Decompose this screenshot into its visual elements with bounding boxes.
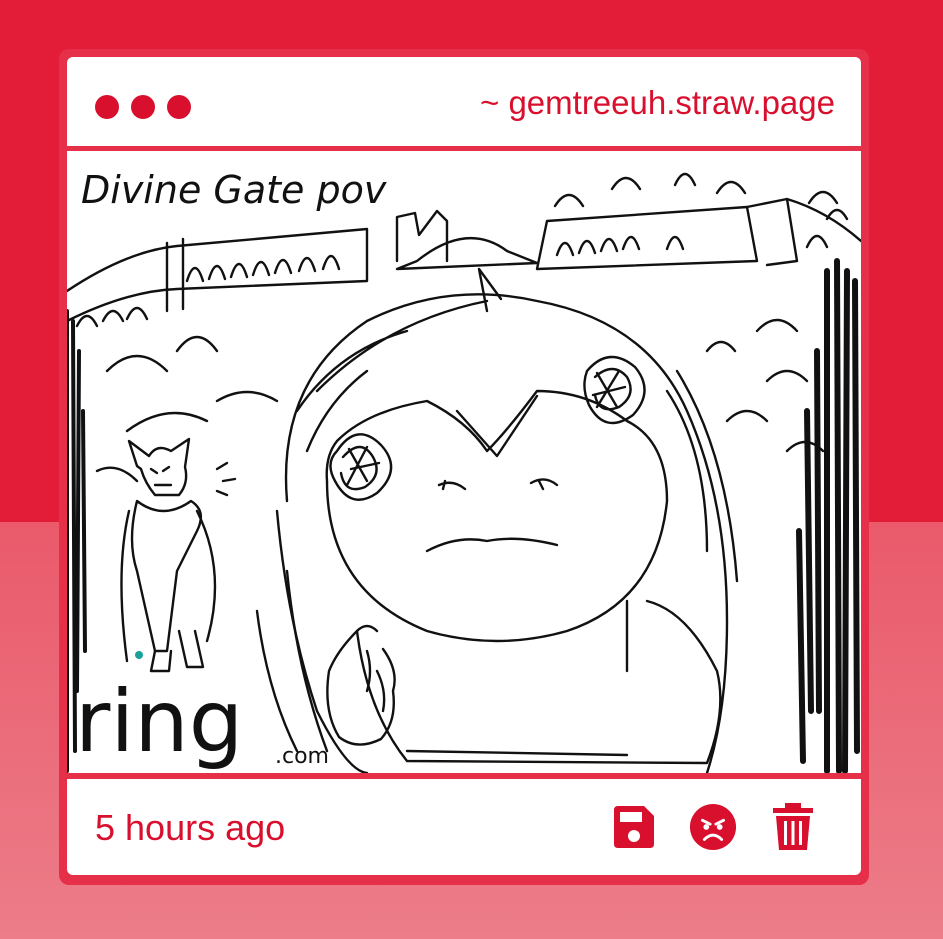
site-url[interactable]: ~ gemtreeuh.straw.page <box>480 83 835 123</box>
window-dot-icon[interactable] <box>167 95 191 119</box>
watermark-suffix: .com <box>275 744 329 769</box>
window-controls <box>95 95 191 119</box>
post-timestamp: 5 hours ago <box>95 807 286 848</box>
window-dot-icon[interactable] <box>131 95 155 119</box>
teal-dot-mark <box>135 651 143 659</box>
post-card: ~ gemtreeuh.straw.page Divine Gate pov r… <box>59 49 869 885</box>
drawing-caption: Divine Gate pov <box>81 168 387 212</box>
save-button[interactable] <box>609 803 657 851</box>
window-titlebar: ~ gemtreeuh.straw.page <box>67 57 861 146</box>
trash-icon <box>773 803 813 850</box>
dislike-button[interactable] <box>689 803 737 851</box>
save-icon <box>614 806 654 848</box>
angry-face-icon <box>689 803 737 851</box>
card-footer: 5 hours ago <box>67 779 861 875</box>
window-dot-icon[interactable] <box>95 95 119 119</box>
sketch-canvas: Divine Gate pov ring .com <box>67 168 861 773</box>
watermark-text: ring <box>75 672 243 772</box>
post-actions <box>609 803 817 851</box>
drawing-image: Divine Gate pov ring .com <box>67 151 861 773</box>
delete-button[interactable] <box>769 803 817 851</box>
